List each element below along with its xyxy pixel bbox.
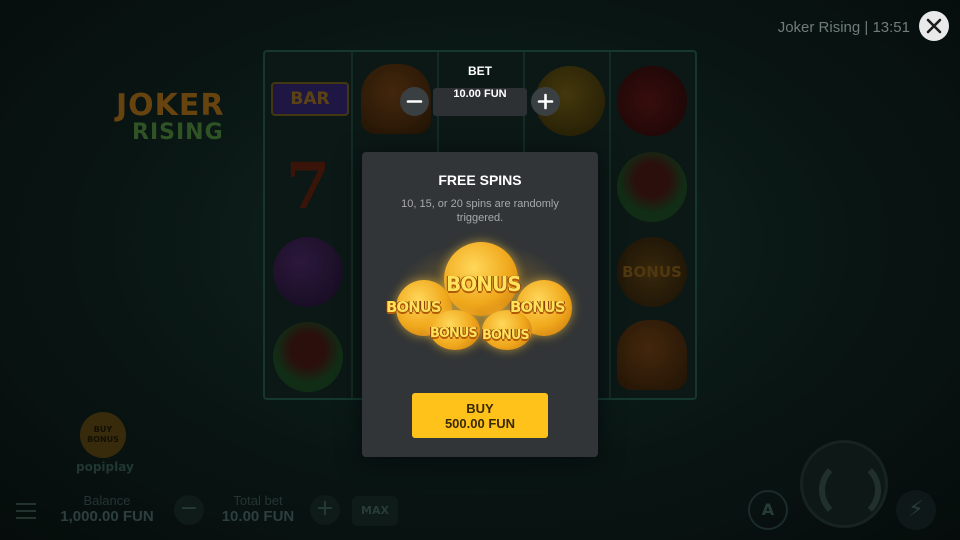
bonus-word: BONUS bbox=[430, 326, 478, 341]
bonus-word: BONUS bbox=[510, 298, 566, 316]
buy-free-spins-button[interactable]: BUY 500.00 FUN bbox=[412, 393, 548, 438]
bonus-word: BONUS bbox=[482, 328, 530, 343]
modal-overlay: Joker Rising | 13:51 BET 10.00 FUN FREE … bbox=[0, 0, 960, 540]
bet-decrease-button[interactable] bbox=[400, 87, 429, 116]
bet-increase-button[interactable] bbox=[531, 87, 560, 116]
panel-title: FREE SPINS bbox=[438, 172, 522, 188]
buy-price: 500.00 FUN bbox=[444, 416, 516, 431]
plus-icon bbox=[537, 93, 554, 110]
bonus-coins-artwork: BONUS BONUS BONUS BONUS BONUS bbox=[382, 232, 582, 352]
buy-label: BUY bbox=[466, 401, 494, 416]
bet-value: 10.00 FUN bbox=[433, 88, 527, 116]
minus-icon bbox=[406, 100, 423, 103]
game-title-clock: Joker Rising | 13:51 bbox=[777, 19, 910, 36]
bet-label: BET bbox=[468, 64, 492, 78]
panel-description: 10, 15, or 20 spins are randomly trigger… bbox=[401, 198, 559, 224]
bonus-word: BONUS bbox=[446, 272, 522, 296]
bonus-word: BONUS bbox=[386, 298, 442, 316]
close-icon bbox=[926, 18, 942, 34]
close-button[interactable] bbox=[919, 11, 949, 41]
free-spins-panel: FREE SPINS 10, 15, or 20 spins are rando… bbox=[362, 152, 598, 457]
